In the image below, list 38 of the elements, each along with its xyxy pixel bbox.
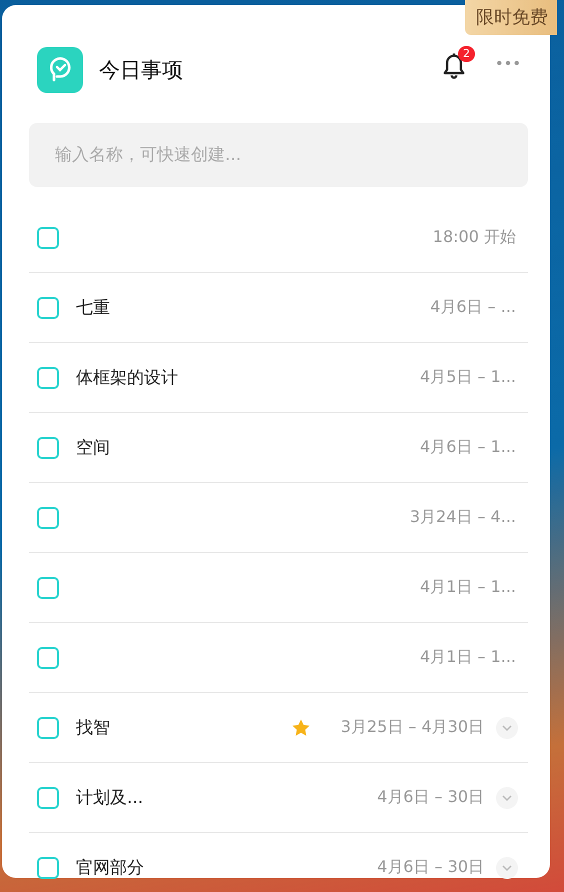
task-date: 4月6日 – 1...: [420, 437, 516, 458]
more-icon[interactable]: [496, 59, 520, 67]
task-date: 18:00 开始: [432, 227, 516, 248]
checkbox[interactable]: [37, 296, 59, 318]
checkbox[interactable]: [37, 506, 59, 528]
checkbox[interactable]: [37, 436, 59, 458]
checkbox[interactable]: [37, 366, 59, 388]
task-title: 官网部分: [76, 857, 145, 879]
task-title: 空间: [76, 437, 111, 459]
checkbox[interactable]: [37, 716, 59, 738]
checkbox[interactable]: [37, 786, 59, 808]
checkbox[interactable]: [37, 226, 59, 248]
checkbox[interactable]: [37, 576, 59, 598]
task-date: 3月24日 – 4...: [410, 507, 516, 528]
task-date: 4月5日 – 1...: [420, 367, 516, 388]
panel-title: 今日事项: [99, 57, 184, 84]
task-date: 3月25日 – 4月30日: [340, 717, 484, 738]
chevron-icon: [501, 864, 513, 872]
app-logo-icon: [37, 47, 83, 93]
task-date: 4月6日 – 30日: [377, 857, 484, 878]
expand-button[interactable]: [496, 716, 518, 738]
task-title: 找智: [76, 717, 111, 739]
task-date: 4月1日 – 1...: [420, 647, 516, 668]
chevron-icon: [501, 794, 513, 802]
expand-button[interactable]: [496, 856, 518, 878]
task-date: 4月6日 – 30日: [377, 787, 484, 808]
task-date: 4月6日 – ...: [430, 297, 516, 318]
notification-badge: 2: [458, 46, 475, 62]
task-date: 4月1日 – 1...: [420, 577, 516, 598]
checkbox[interactable]: [37, 646, 59, 668]
search-field[interactable]: 输入名称，可快速创建...: [29, 123, 528, 187]
task-title: 体框架的设计: [76, 367, 179, 389]
task-title: 计划及...: [76, 787, 144, 809]
checkbox[interactable]: [37, 856, 59, 878]
promo-badge[interactable]: 限时免费: [465, 0, 557, 35]
expand-button[interactable]: [496, 786, 518, 808]
task-title: 七重: [76, 297, 111, 319]
chevron-icon: [501, 724, 513, 732]
